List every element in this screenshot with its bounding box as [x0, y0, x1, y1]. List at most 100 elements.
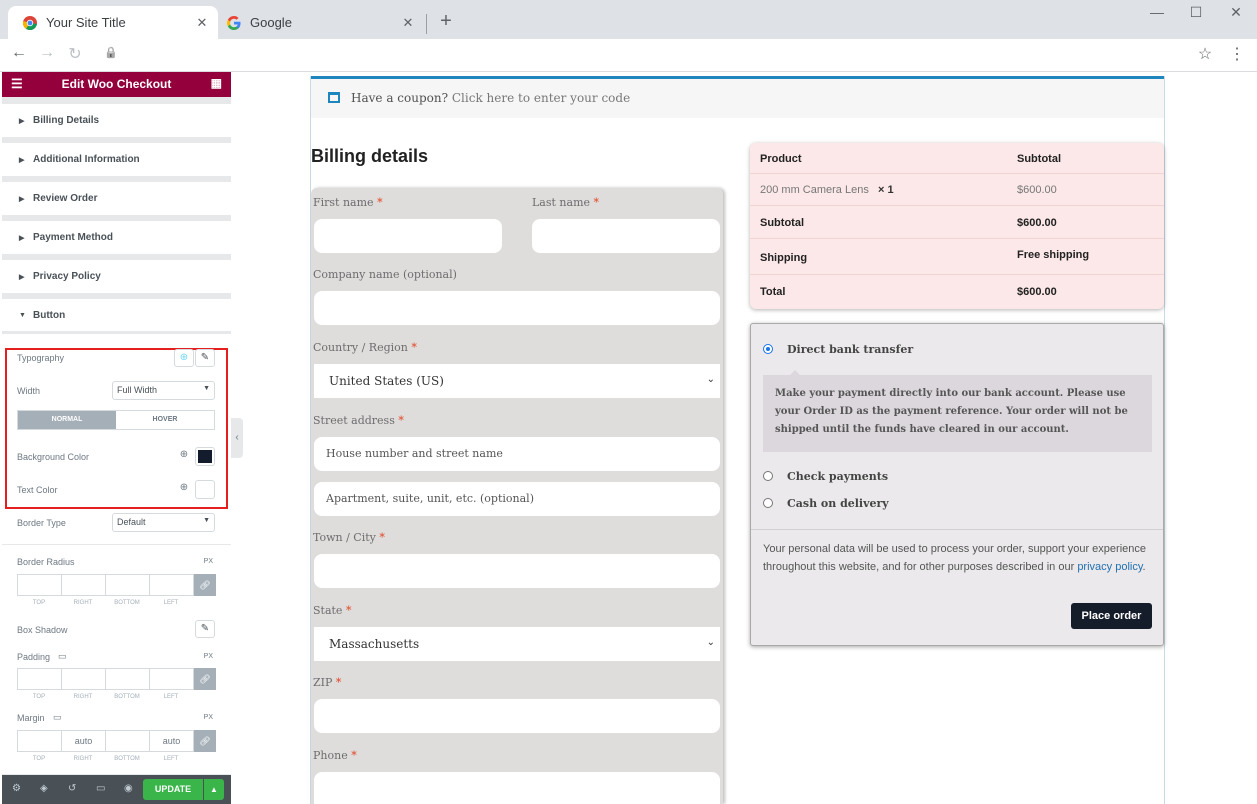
address-bar[interactable]: 🔒 [94, 42, 1224, 70]
pencil-icon[interactable]: ✎ [195, 349, 215, 367]
radio-cash-on-delivery[interactable] [763, 498, 773, 508]
unit-select[interactable]: PX [204, 558, 213, 565]
preview-eye-icon[interactable]: ◉ [124, 783, 133, 794]
section-additional-information[interactable]: ▶ Additional Information [2, 143, 231, 176]
dim-input-right[interactable] [61, 668, 106, 690]
update-button[interactable]: UPDATE [143, 779, 203, 800]
forward-icon[interactable]: → [36, 44, 58, 62]
last-name-label: Last name * [532, 196, 600, 209]
chevron-down-icon: ⌄ [706, 637, 715, 648]
maximize-icon[interactable]: ☐ [1186, 4, 1206, 21]
dim-input-bottom[interactable] [105, 574, 150, 596]
navigator-layers-icon[interactable]: ◈ [40, 783, 48, 794]
place-order-button[interactable]: Place order [1071, 603, 1152, 629]
company-input[interactable] [314, 291, 720, 325]
chrome-icon [22, 15, 37, 30]
section-privacy-policy[interactable]: ▶ Privacy Policy [2, 260, 231, 293]
dim-input-left[interactable] [149, 668, 194, 690]
section-billing-details[interactable]: ▶ Billing Details [2, 104, 231, 137]
zip-label: ZIP * [313, 676, 342, 689]
divider [751, 529, 1163, 530]
caret-right-icon: ▶ [19, 273, 25, 281]
monitor-icon: ▭ [58, 651, 67, 661]
tab-google[interactable]: Google ✕ [212, 6, 424, 39]
item-name: 200 mm Camera Lens × 1 [760, 184, 894, 196]
dim-input-left[interactable]: auto [149, 730, 194, 752]
coupon-text: Have a coupon? [351, 91, 449, 105]
billing-form: First name * Last name * Company name (o… [311, 188, 723, 804]
company-label: Company name (optional) [313, 268, 457, 281]
tab-normal[interactable]: NORMAL [18, 411, 116, 429]
widgets-grid-icon[interactable]: ▦ [211, 76, 222, 90]
unit-select[interactable]: PX [204, 714, 213, 721]
dim-input-right[interactable]: auto [61, 730, 106, 752]
country-select[interactable]: United States (US) ⌄ [314, 364, 720, 398]
dim-input-top[interactable] [17, 730, 62, 752]
browser-menu-icon[interactable]: ⋮ [1226, 44, 1248, 64]
order-review: Product Subtotal 200 mm Camera Lens × 1 … [750, 143, 1164, 309]
privacy-policy-link[interactable]: privacy policy [1077, 561, 1142, 573]
background-color-swatch[interactable] [195, 447, 215, 466]
country-value: United States (US) [329, 374, 444, 388]
section-button[interactable]: ▼ Button [2, 299, 231, 332]
text-color-swatch[interactable] [195, 480, 215, 499]
dim-input-top[interactable] [17, 574, 62, 596]
dim-input-bottom[interactable] [105, 730, 150, 752]
tab-hover[interactable]: HOVER [116, 411, 214, 429]
close-tab-icon[interactable]: ✕ [398, 15, 418, 31]
new-tab-icon[interactable]: + [436, 10, 456, 33]
method-cash-on-delivery[interactable]: Cash on delivery [787, 497, 889, 510]
coupon-notice: Have a coupon? Click here to enter your … [311, 76, 1164, 118]
dim-input-left[interactable] [149, 574, 194, 596]
state-select[interactable]: Massachusetts ⌄ [314, 627, 720, 661]
settings-gear-icon[interactable]: ⚙ [12, 783, 21, 794]
update-options-icon[interactable]: ▲ [204, 779, 224, 800]
dim-input-bottom[interactable] [105, 668, 150, 690]
divider [750, 205, 1164, 206]
first-name-input[interactable] [314, 219, 502, 253]
link-icon[interactable]: 🔗︎ [194, 574, 216, 596]
state-label: State * [313, 604, 352, 617]
link-icon[interactable]: 🔗︎ [194, 730, 216, 752]
window-close-icon[interactable]: ✕ [1226, 4, 1246, 21]
globe-icon[interactable]: ⊕ [174, 480, 194, 498]
section-payment-method[interactable]: ▶ Payment Method [2, 221, 231, 254]
section-review-order[interactable]: ▶ Review Order [2, 182, 231, 215]
radio-check-payments[interactable] [763, 471, 773, 481]
street-address-input[interactable]: House number and street name [314, 437, 720, 471]
section-label: Button [33, 309, 66, 321]
minimize-icon[interactable]: — [1147, 4, 1167, 20]
payment-description: Make your payment directly into our bank… [763, 370, 1152, 452]
shipping-value: Free shipping [1017, 249, 1090, 261]
town-label: Town / City * [313, 531, 385, 544]
tab-your-site[interactable]: Your Site Title ✕ [8, 6, 218, 39]
responsive-mode-icon[interactable]: ▭ [96, 783, 105, 794]
border-type-select[interactable]: Default ▼ [112, 513, 215, 532]
phone-input[interactable] [314, 772, 720, 804]
method-check-payments[interactable]: Check payments [787, 470, 888, 483]
bookmark-star-icon[interactable]: ☆ [1194, 44, 1216, 64]
tab-separator [426, 14, 427, 34]
dim-input-top[interactable] [17, 668, 62, 690]
dim-input-right[interactable] [61, 574, 106, 596]
town-input[interactable] [314, 554, 720, 588]
back-icon[interactable]: ← [8, 44, 30, 62]
globe-icon[interactable]: ⊕ [174, 349, 194, 367]
close-tab-icon[interactable]: ✕ [192, 15, 212, 31]
link-icon[interactable]: 🔗︎ [194, 668, 216, 690]
dim-label: RIGHT [73, 694, 93, 700]
radio-bank-transfer[interactable] [763, 344, 773, 354]
panel-collapse-handle[interactable]: ‹ [231, 418, 243, 458]
method-bank-transfer[interactable]: Direct bank transfer [787, 343, 913, 356]
unit-select[interactable]: PX [204, 653, 213, 660]
history-icon[interactable]: ↺ [68, 783, 76, 794]
street-address-2-input[interactable]: Apartment, suite, unit, etc. (optional) [314, 482, 720, 516]
last-name-input[interactable] [532, 219, 720, 253]
width-select[interactable]: Full Width ▼ [112, 381, 215, 400]
margin-inputs: auto auto 🔗︎ [17, 730, 216, 752]
reload-icon[interactable]: ↻ [64, 44, 86, 64]
zip-input[interactable] [314, 699, 720, 733]
globe-icon[interactable]: ⊕ [174, 447, 194, 465]
pencil-icon[interactable]: ✎ [195, 620, 215, 638]
coupon-link[interactable]: Click here to enter your code [452, 91, 630, 105]
